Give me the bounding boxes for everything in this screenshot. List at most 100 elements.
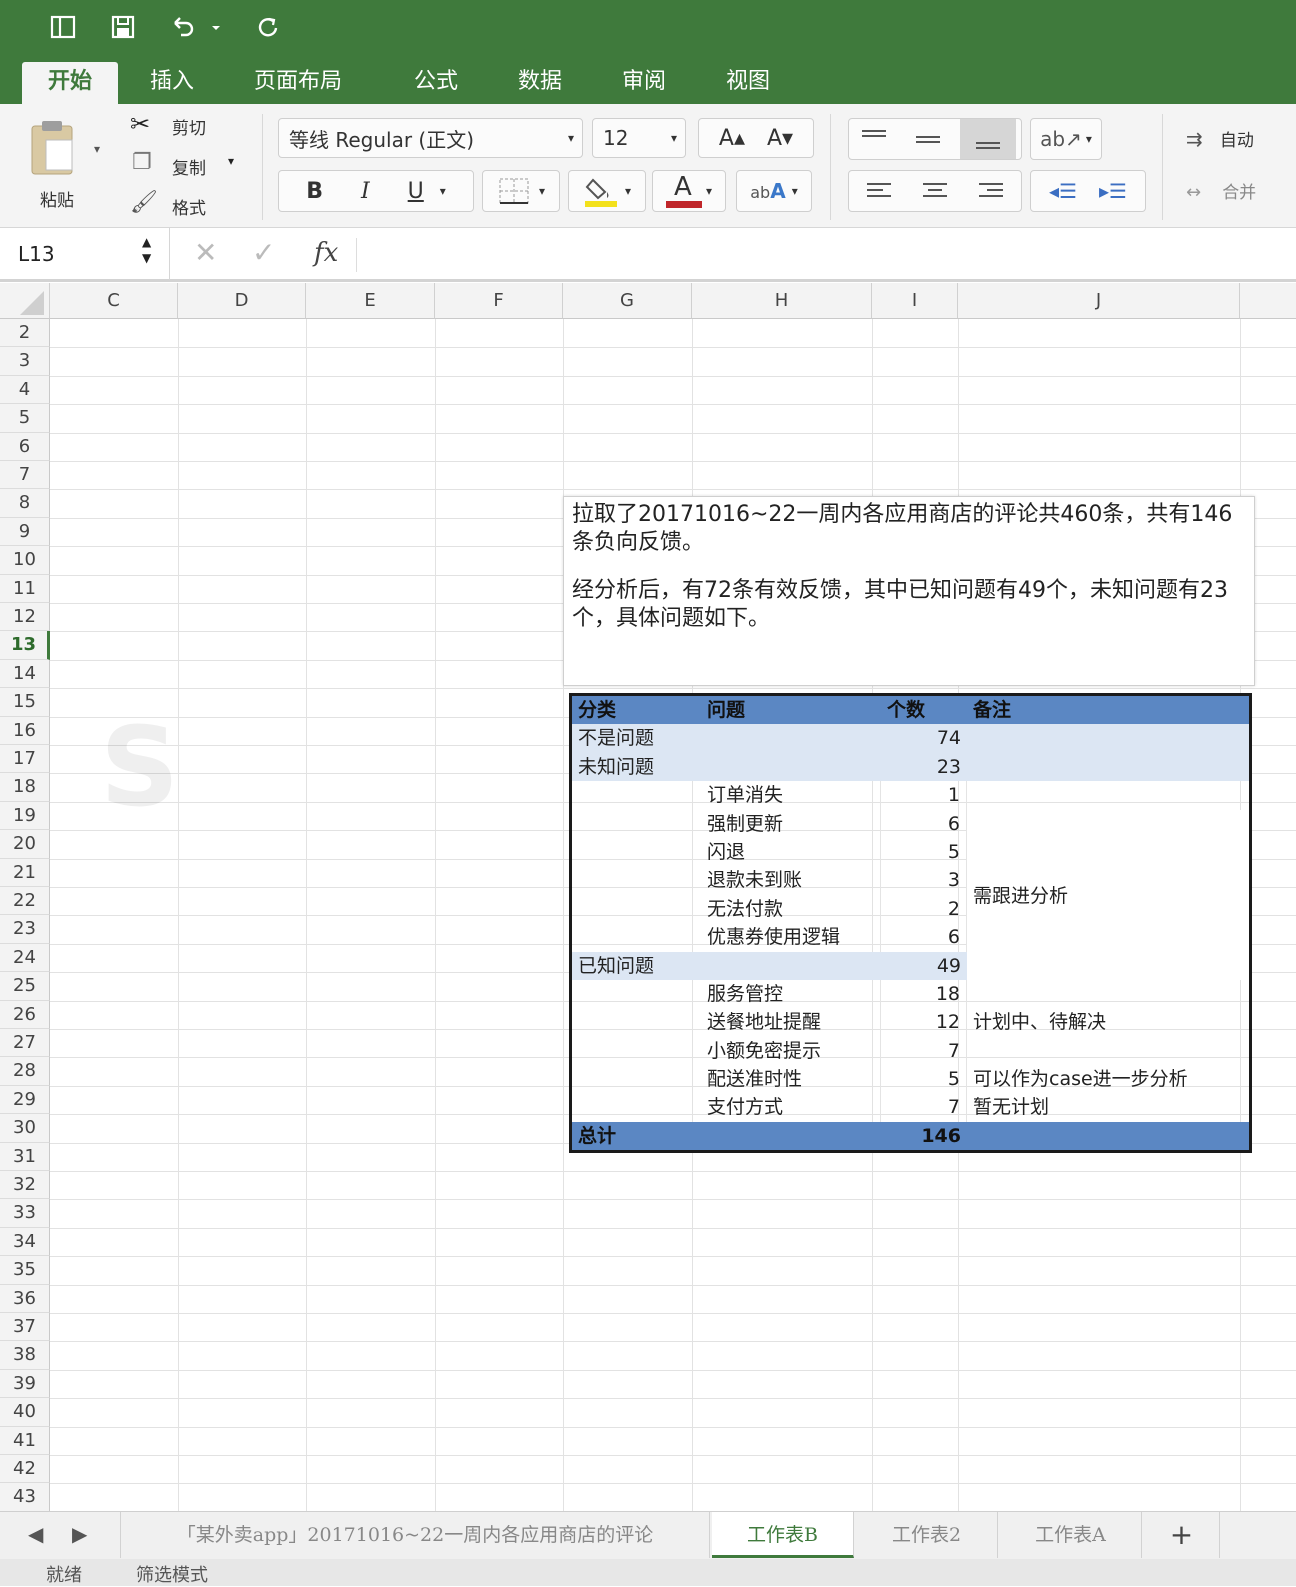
row-header[interactable]: 41 — [0, 1426, 50, 1455]
fill-color-button[interactable]: ▾ — [568, 170, 646, 212]
sheet-tab[interactable]: 「某外卖app」20171016~22一周内各应用商店的评论 — [120, 1512, 710, 1558]
align-right-icon[interactable] — [969, 176, 1009, 206]
count-cell[interactable]: 7 — [881, 1093, 967, 1122]
row-header[interactable]: 19 — [0, 801, 50, 831]
row-header[interactable]: 20 — [0, 830, 50, 859]
row-header[interactable]: 14 — [0, 659, 50, 689]
row-header[interactable]: 12 — [0, 603, 50, 632]
row-header[interactable]: 4 — [0, 375, 50, 405]
category-cell[interactable] — [572, 923, 701, 951]
sheet-tab[interactable]: 工作表A — [1000, 1512, 1142, 1558]
row-header[interactable]: 35 — [0, 1256, 50, 1285]
total-label[interactable]: 总计 — [572, 1122, 701, 1150]
count-cell[interactable]: 3 — [881, 866, 967, 895]
align-center-icon[interactable] — [915, 176, 955, 206]
merged-note-cell[interactable]: 需跟进分析 — [967, 809, 1249, 980]
scroll-left-icon[interactable]: ◀ — [28, 1522, 43, 1546]
issue-cell[interactable] — [701, 952, 881, 980]
underline-dropdown-icon[interactable]: ▾ — [440, 184, 446, 198]
total-note-cell[interactable] — [967, 1122, 1249, 1150]
issue-cell[interactable]: 退款未到账 — [701, 866, 881, 895]
count-cell[interactable]: 7 — [881, 1036, 967, 1066]
issue-cell[interactable]: 支付方式 — [701, 1093, 881, 1122]
issue-cell[interactable]: 闪退 — [701, 837, 881, 867]
row-header[interactable]: 43 — [0, 1483, 50, 1511]
row-header[interactable]: 5 — [0, 404, 50, 433]
header-count[interactable]: 个数 — [881, 696, 967, 724]
row-header[interactable]: 26 — [0, 1000, 50, 1029]
category-cell[interactable] — [572, 1008, 701, 1036]
issue-cell[interactable]: 优惠券使用逻辑 — [701, 923, 881, 952]
font-color-button[interactable]: A ▾ — [652, 170, 726, 212]
issue-cell[interactable]: 配送准时性 — [701, 1065, 881, 1094]
note-cell[interactable]: 可以作为case进一步分析 — [967, 1065, 1249, 1093]
column-header[interactable]: I — [872, 283, 958, 319]
row-header[interactable]: 24 — [0, 943, 50, 973]
category-cell[interactable] — [572, 1093, 701, 1121]
header-note[interactable]: 备注 — [967, 696, 1249, 724]
category-cell[interactable] — [572, 1037, 701, 1065]
column-header-partial[interactable] — [1240, 283, 1296, 319]
count-cell[interactable]: 6 — [881, 923, 967, 952]
select-all-corner[interactable] — [0, 283, 50, 319]
row-header[interactable]: 11 — [0, 574, 50, 603]
category-cell[interactable]: 不是问题 — [572, 724, 701, 752]
category-cell[interactable]: 未知问题 — [572, 753, 701, 781]
category-cell[interactable] — [572, 810, 701, 838]
sidebar-icon[interactable] — [46, 10, 80, 44]
tab-page-layout[interactable]: 页面布局 — [250, 62, 346, 104]
row-header[interactable]: 28 — [0, 1057, 50, 1086]
font-size-select[interactable]: 12 ▾ — [592, 118, 686, 158]
row-header[interactable]: 32 — [0, 1171, 50, 1200]
count-cell[interactable]: 18 — [881, 979, 967, 1009]
tab-home[interactable]: 开始 — [22, 62, 119, 104]
row-header[interactable]: 37 — [0, 1313, 50, 1342]
summary-textbox[interactable]: 拉取了20171016~22一周内各应用商店的评论共460条，共有146条负向反… — [563, 496, 1255, 686]
row-header[interactable]: 3 — [0, 347, 50, 376]
issue-cell[interactable] — [701, 724, 881, 752]
font-name-select[interactable]: 等线 Regular (正文) ▾ — [278, 118, 583, 158]
column-header[interactable]: C — [50, 283, 178, 319]
note-cell[interactable] — [967, 781, 1249, 809]
note-cell[interactable] — [967, 1037, 1249, 1065]
count-cell[interactable]: 6 — [881, 809, 967, 838]
paste-button[interactable]: 粘贴 ▾ — [22, 114, 102, 214]
save-icon[interactable] — [106, 10, 140, 44]
name-box[interactable]: L13 ▲ ▼ — [0, 228, 170, 280]
cut-button[interactable]: ✂ 剪切 — [130, 110, 240, 140]
sheet-tab[interactable]: 工作表2 — [856, 1512, 998, 1558]
add-sheet-button[interactable]: + — [1144, 1512, 1220, 1558]
shrink-font-icon[interactable]: A▾ — [767, 126, 793, 151]
sheet-tab-active[interactable]: 工作表B — [712, 1512, 854, 1558]
row-header[interactable]: 16 — [0, 716, 50, 745]
bold-button[interactable]: B — [306, 179, 323, 204]
decrease-indent-icon[interactable]: ◂☰ — [1049, 179, 1077, 203]
row-header[interactable]: 17 — [0, 745, 50, 774]
row-header[interactable]: 23 — [0, 915, 50, 944]
category-cell[interactable] — [572, 866, 701, 894]
count-cell[interactable]: 2 — [881, 894, 967, 924]
category-cell[interactable] — [572, 895, 701, 923]
tab-formulas[interactable]: 公式 — [410, 62, 462, 104]
count-cell[interactable]: 5 — [881, 1065, 967, 1094]
tab-data[interactable]: 数据 — [514, 62, 566, 104]
row-header[interactable]: 6 — [0, 432, 50, 461]
row-header[interactable]: 13 — [0, 631, 50, 660]
column-header[interactable]: E — [306, 283, 435, 319]
issue-cell[interactable]: 服务管控 — [701, 979, 881, 1009]
count-cell[interactable]: 1 — [881, 781, 967, 810]
paste-dropdown-icon[interactable]: ▾ — [94, 142, 100, 156]
underline-button[interactable]: U — [408, 179, 424, 204]
merge-button[interactable]: ↔ 合并 — [1186, 178, 1296, 208]
align-bottom-button[interactable] — [960, 119, 1016, 159]
row-header[interactable]: 18 — [0, 773, 50, 802]
tab-view[interactable]: 视图 — [722, 62, 774, 104]
wrap-text-button[interactable]: ⇉ 自动 — [1186, 126, 1296, 156]
align-middle-icon[interactable] — [908, 124, 948, 154]
row-header[interactable]: 2 — [0, 319, 50, 348]
count-cell[interactable]: 5 — [881, 837, 967, 867]
row-header[interactable]: 8 — [0, 489, 50, 518]
count-cell[interactable]: 12 — [881, 1008, 967, 1037]
row-header[interactable]: 31 — [0, 1142, 50, 1171]
row-header[interactable]: 33 — [0, 1199, 50, 1228]
